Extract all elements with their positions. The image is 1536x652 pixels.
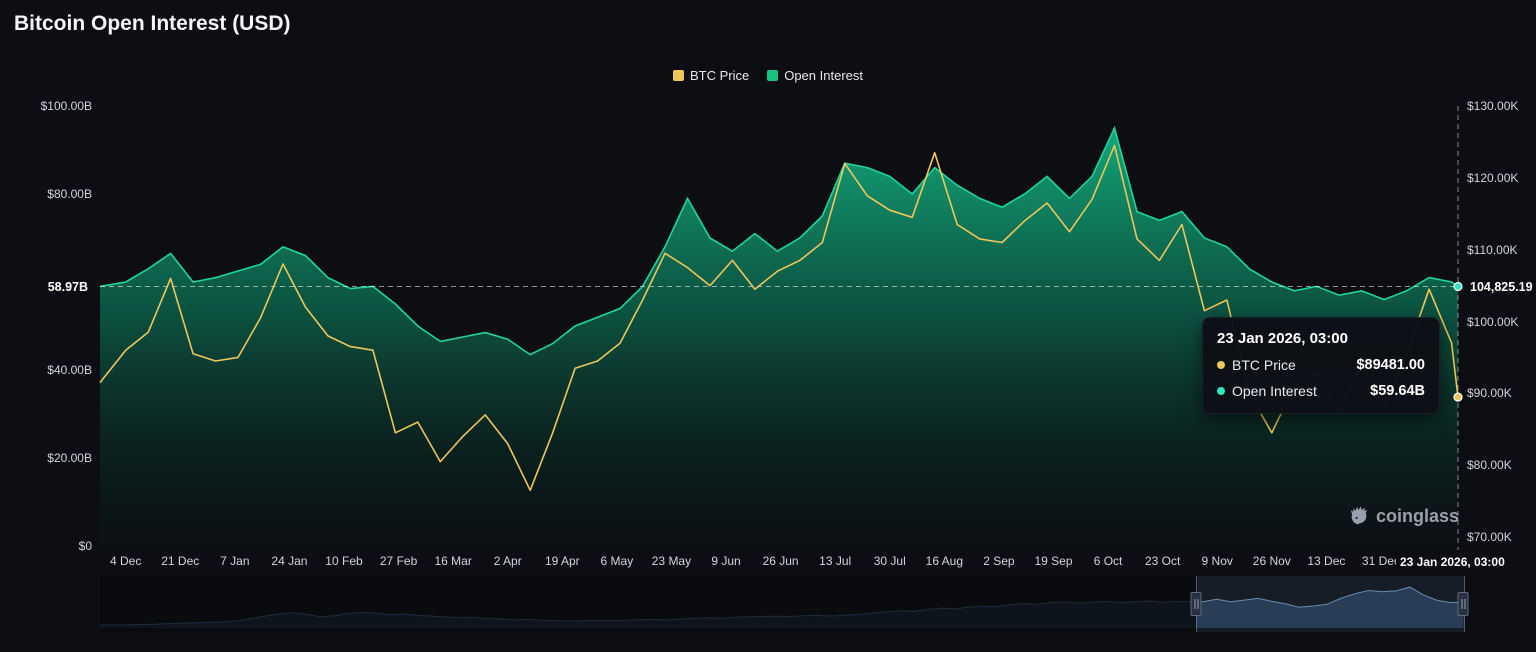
tooltip-row: BTC Price $89481.00: [1217, 357, 1425, 373]
open-interest-marker-dot: [1454, 283, 1462, 291]
watermark: coinglass: [1348, 505, 1459, 527]
watermark-text: coinglass: [1376, 506, 1459, 527]
x-crosshair-label: 23 Jan 2026, 03:00: [1396, 553, 1509, 571]
coinglass-btc-open-interest-page: Bitcoin Open Interest (USD) BTC PriceOpe…: [0, 0, 1536, 652]
coinglass-logo-icon: [1348, 505, 1370, 527]
tooltip: 23 Jan 2026, 03:00 BTC Price $89481.00 Ope…: [1202, 317, 1440, 414]
price-crosshair-value-badge: 104,825.19: [1466, 278, 1536, 296]
btc-price-marker-dot: [1454, 393, 1462, 401]
tooltip-series-label: BTC Price: [1232, 357, 1296, 373]
oi-current-value-badge: 58.97B: [44, 278, 92, 296]
navigator-selection[interactable]: [1196, 576, 1465, 632]
navigator[interactable]: [100, 576, 1465, 632]
tooltip-title: 23 Jan 2026, 03:00: [1217, 330, 1425, 347]
tooltip-series-value: $89481.00: [1356, 357, 1425, 373]
tooltip-series-value: $59.64B: [1370, 383, 1425, 399]
series-color-dot: [1217, 387, 1225, 395]
navigator-handle-left[interactable]: [1191, 592, 1202, 616]
tooltip-row: Open Interest $59.64B: [1217, 383, 1425, 399]
navigator-dim-overlay: [100, 576, 1196, 632]
tooltip-series-label: Open Interest: [1232, 383, 1317, 399]
navigator-handle-right[interactable]: [1458, 592, 1469, 616]
series-color-dot: [1217, 361, 1225, 369]
